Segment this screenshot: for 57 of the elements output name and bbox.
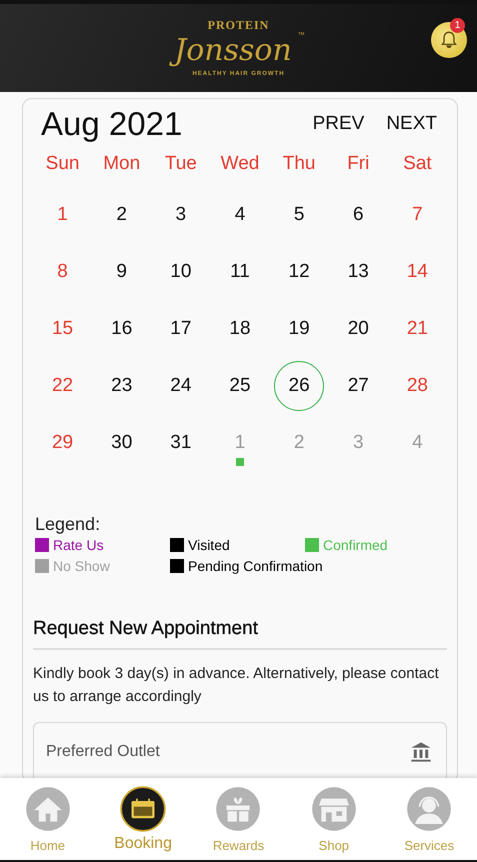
calendar-day[interactable]: 10	[156, 247, 206, 297]
calendar-day[interactable]: 8	[38, 247, 88, 297]
bank-icon	[409, 740, 433, 764]
calendar-day[interactable]: 3	[156, 190, 206, 240]
legend-label: Pending Confirmation	[188, 558, 323, 574]
next-button[interactable]: NEXT	[386, 113, 437, 135]
calendar-day[interactable]: 17	[156, 304, 206, 354]
month-title: Aug 2021	[41, 105, 184, 143]
calendar-day[interactable]: 23	[96, 361, 147, 411]
weekday-label: Sun	[44, 153, 80, 176]
calendar-day[interactable]: 27	[333, 361, 384, 411]
logo-text: PROTEIN	[208, 18, 270, 32]
calendar-day[interactable]: 21	[392, 304, 442, 354]
calendar-day[interactable]: 6	[333, 190, 384, 240]
advance-notice: Kindly book 3 day(s) in advance. Alternatively, please contact us to arrange accordingly	[33, 664, 440, 707]
calendar-day[interactable]: 5	[274, 190, 324, 240]
weekday-label: Tue	[164, 153, 198, 176]
legend-label: Rate Us	[53, 537, 104, 553]
calendar-day[interactable]: 28	[392, 361, 442, 411]
legend-label: No Show	[53, 558, 110, 574]
agent-icon	[406, 786, 452, 832]
shop-icon	[310, 786, 357, 832]
calendar-day[interactable]: 7	[392, 190, 442, 240]
weekday-label: Mon	[102, 153, 142, 176]
calendar-day[interactable]: 24	[156, 361, 206, 411]
legend-title: Legend:	[35, 514, 102, 535]
calendar-day[interactable]: 29	[38, 418, 88, 468]
section-title: Request New Appointment	[33, 618, 447, 650]
calendar-day[interactable]: 18	[214, 304, 265, 354]
weekday-label: Thu	[282, 153, 316, 176]
calendar-day[interactable]: 13	[333, 247, 384, 297]
calendar-day[interactable]: 19	[274, 304, 324, 354]
calendar-day[interactable]: 22	[38, 361, 88, 411]
gift-icon	[215, 786, 262, 832]
calendar-day[interactable]: 1	[38, 190, 88, 240]
calendar-day[interactable]: 9	[96, 247, 147, 297]
calendar-day[interactable]: 4	[214, 190, 265, 240]
calendar-day[interactable]: 31	[156, 418, 206, 468]
weekday-label: Fri	[346, 153, 370, 176]
calendar-day[interactable]: 20	[333, 304, 384, 354]
weekday-label: Sat	[402, 153, 433, 176]
calendar-day[interactable]: 30	[96, 418, 147, 468]
calendar-day[interactable]: 11	[214, 247, 265, 297]
calendar-icon	[120, 786, 166, 832]
calendar-day[interactable]: 2	[96, 190, 147, 240]
legend-label: Visited	[188, 537, 230, 553]
calendar-day[interactable]: 14	[392, 247, 442, 297]
notification-badge: 1	[450, 18, 465, 33]
calendar-day[interactable]: 25	[214, 361, 265, 411]
prev-button[interactable]: PREV	[312, 113, 364, 135]
weekday-label: Wed	[220, 153, 260, 176]
legend-label: Confirmed	[323, 537, 388, 553]
calendar-day[interactable]: 15	[38, 304, 88, 354]
home-icon	[24, 786, 71, 832]
calendar-day[interactable]: 12	[274, 247, 324, 297]
calendar-day[interactable]: 26	[274, 361, 324, 411]
calendar-day[interactable]: 16	[96, 304, 147, 354]
